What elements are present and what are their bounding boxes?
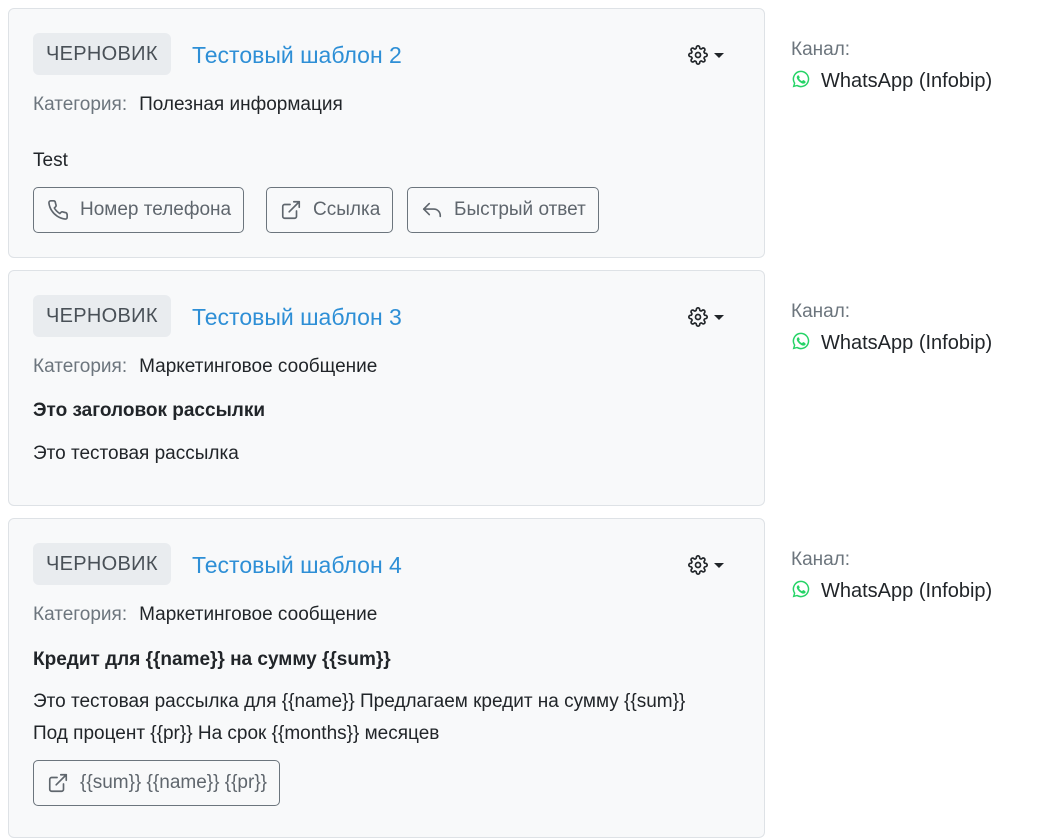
channel-info: Канал: WhatsApp (Infobip) [791, 300, 992, 356]
channel-label: Канал: [791, 39, 851, 60]
chevron-down-icon [714, 314, 724, 320]
template-body: Test [33, 150, 68, 171]
status-badge: ЧЕРНОВИК [33, 543, 171, 585]
phone-button[interactable]: Номер телефона [33, 187, 245, 233]
gear-icon [688, 307, 708, 327]
channel-name: WhatsApp (Infobip) [821, 332, 993, 354]
category-label: Категория: [33, 604, 128, 625]
template-body-line-2: Под процент {{pr}} На срок {{months}} ме… [33, 723, 440, 744]
template-card-4: ЧЕРНОВИК Тестовый шаблон 4 Категория: Мар… [8, 518, 765, 838]
whatsapp-icon [791, 331, 811, 356]
category-row: Категория: Полезная информация [33, 93, 343, 117]
reply-icon [420, 198, 444, 222]
settings-dropdown[interactable] [688, 43, 728, 67]
template-title-link[interactable]: Тестовый шаблон 3 [192, 303, 402, 331]
chevron-down-icon [714, 562, 724, 568]
settings-dropdown[interactable] [688, 305, 728, 329]
phone-icon [46, 198, 70, 222]
template-title-link[interactable]: Тестовый шаблон 2 [192, 41, 402, 69]
external-link-icon [279, 198, 303, 222]
status-badge: ЧЕРНОВИК [33, 33, 171, 75]
template-title-link[interactable]: Тестовый шаблон 4 [192, 551, 402, 579]
channel-label: Канал: [791, 301, 851, 322]
template-card-2: ЧЕРНОВИК Тестовый шаблон 2 Категория: Пол… [8, 8, 765, 258]
gear-icon [688, 555, 708, 575]
category-value: Маркетинговое сообщение [139, 604, 378, 625]
channel-info: Канал: WhatsApp (Infobip) [791, 38, 992, 94]
category-label: Категория: [33, 94, 128, 115]
whatsapp-icon [791, 579, 811, 604]
button-label: Номер телефона [80, 199, 232, 220]
category-value: Маркетинговое сообщение [139, 356, 378, 377]
template-heading: Это заголовок рассылки [33, 400, 266, 421]
button-label: Быстрый ответ [454, 199, 586, 220]
category-label: Категория: [33, 356, 128, 377]
template-body: Это тестовая рассылка [33, 443, 239, 464]
external-link-icon [46, 771, 70, 795]
link-button[interactable]: Ссылка [266, 187, 394, 233]
category-value: Полезная информация [139, 94, 343, 115]
link-button[interactable]: {{sum}} {{name}} {{pr}} [33, 760, 281, 806]
gear-icon [688, 45, 708, 65]
channel-name: WhatsApp (Infobip) [821, 580, 993, 602]
channel-info: Канал: WhatsApp (Infobip) [791, 548, 992, 604]
channel-label: Канал: [791, 549, 851, 570]
whatsapp-icon [791, 69, 811, 94]
category-row: Категория: Маркетинговое сообщение [33, 603, 377, 627]
category-row: Категория: Маркетинговое сообщение [33, 355, 377, 379]
template-body-line-1: Это тестовая рассылка для {{name}} Предл… [33, 691, 686, 712]
settings-dropdown[interactable] [688, 553, 728, 577]
status-badge: ЧЕРНОВИК [33, 295, 171, 337]
button-label: {{sum}} {{name}} {{pr}} [80, 772, 268, 793]
channel-name: WhatsApp (Infobip) [821, 70, 993, 92]
quick-reply-button[interactable]: Быстрый ответ [407, 187, 599, 233]
template-card-3: ЧЕРНОВИК Тестовый шаблон 3 Категория: Мар… [8, 270, 765, 506]
chevron-down-icon [714, 52, 724, 58]
template-heading: Кредит для {{name}} на сумму {{sum}} [33, 649, 391, 670]
button-label: Ссылка [313, 199, 381, 220]
